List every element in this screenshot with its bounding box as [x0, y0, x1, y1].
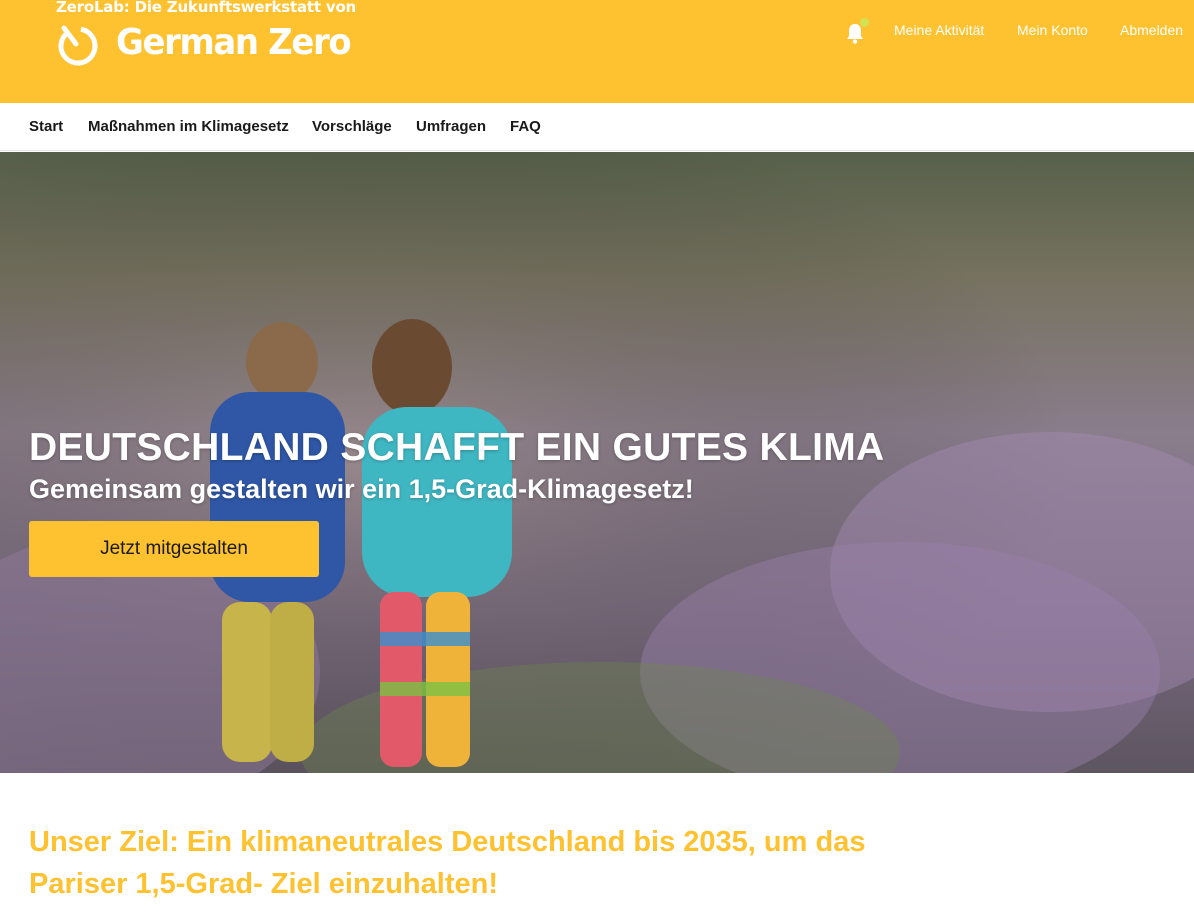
- hero-section: DEUTSCHLAND SCHAFFT EIN GUTES KLIMA Geme…: [0, 152, 1194, 773]
- hero-title: DEUTSCHLAND SCHAFFT EIN GUTES KLIMA: [29, 426, 885, 469]
- my-account-link[interactable]: Mein Konto: [1017, 22, 1088, 38]
- hero-subtitle: Gemeinsam gestalten wir ein 1,5-Grad-Kli…: [29, 474, 694, 504]
- germanzero-logo-icon: [58, 25, 98, 66]
- main-nav: Start Maßnahmen im Klimagesetz Vorschläg…: [0, 103, 1194, 151]
- brand-name: German Zero: [116, 22, 352, 63]
- nav-item-faq[interactable]: FAQ: [510, 118, 541, 135]
- brand-tagline: ZeroLab: Die Zukunftswerkstatt von: [56, 0, 357, 16]
- logout-link[interactable]: Abmelden: [1120, 22, 1183, 38]
- brand-logo-link[interactable]: ZeroLab: Die Zukunftswerkstatt von Germa…: [56, 0, 356, 70]
- site-header: ZeroLab: Die Zukunftswerkstatt von Germa…: [0, 0, 1194, 103]
- goal-heading: Unser Ziel: Ein klimaneutrales Deutschla…: [29, 826, 866, 900]
- nav-item-surveys[interactable]: Umfragen: [416, 118, 486, 135]
- notification-dot: [860, 18, 869, 27]
- nav-item-start[interactable]: Start: [29, 118, 63, 135]
- participate-button[interactable]: Jetzt mitgestalten: [29, 521, 319, 577]
- my-activity-link[interactable]: Meine Aktivität: [894, 22, 984, 38]
- nav-item-proposals[interactable]: Vorschläge: [312, 118, 392, 135]
- nav-item-measures[interactable]: Maßnahmen im Klimagesetz: [88, 118, 289, 135]
- goal-section: Unser Ziel: Ein klimaneutrales Deutschla…: [0, 773, 1194, 918]
